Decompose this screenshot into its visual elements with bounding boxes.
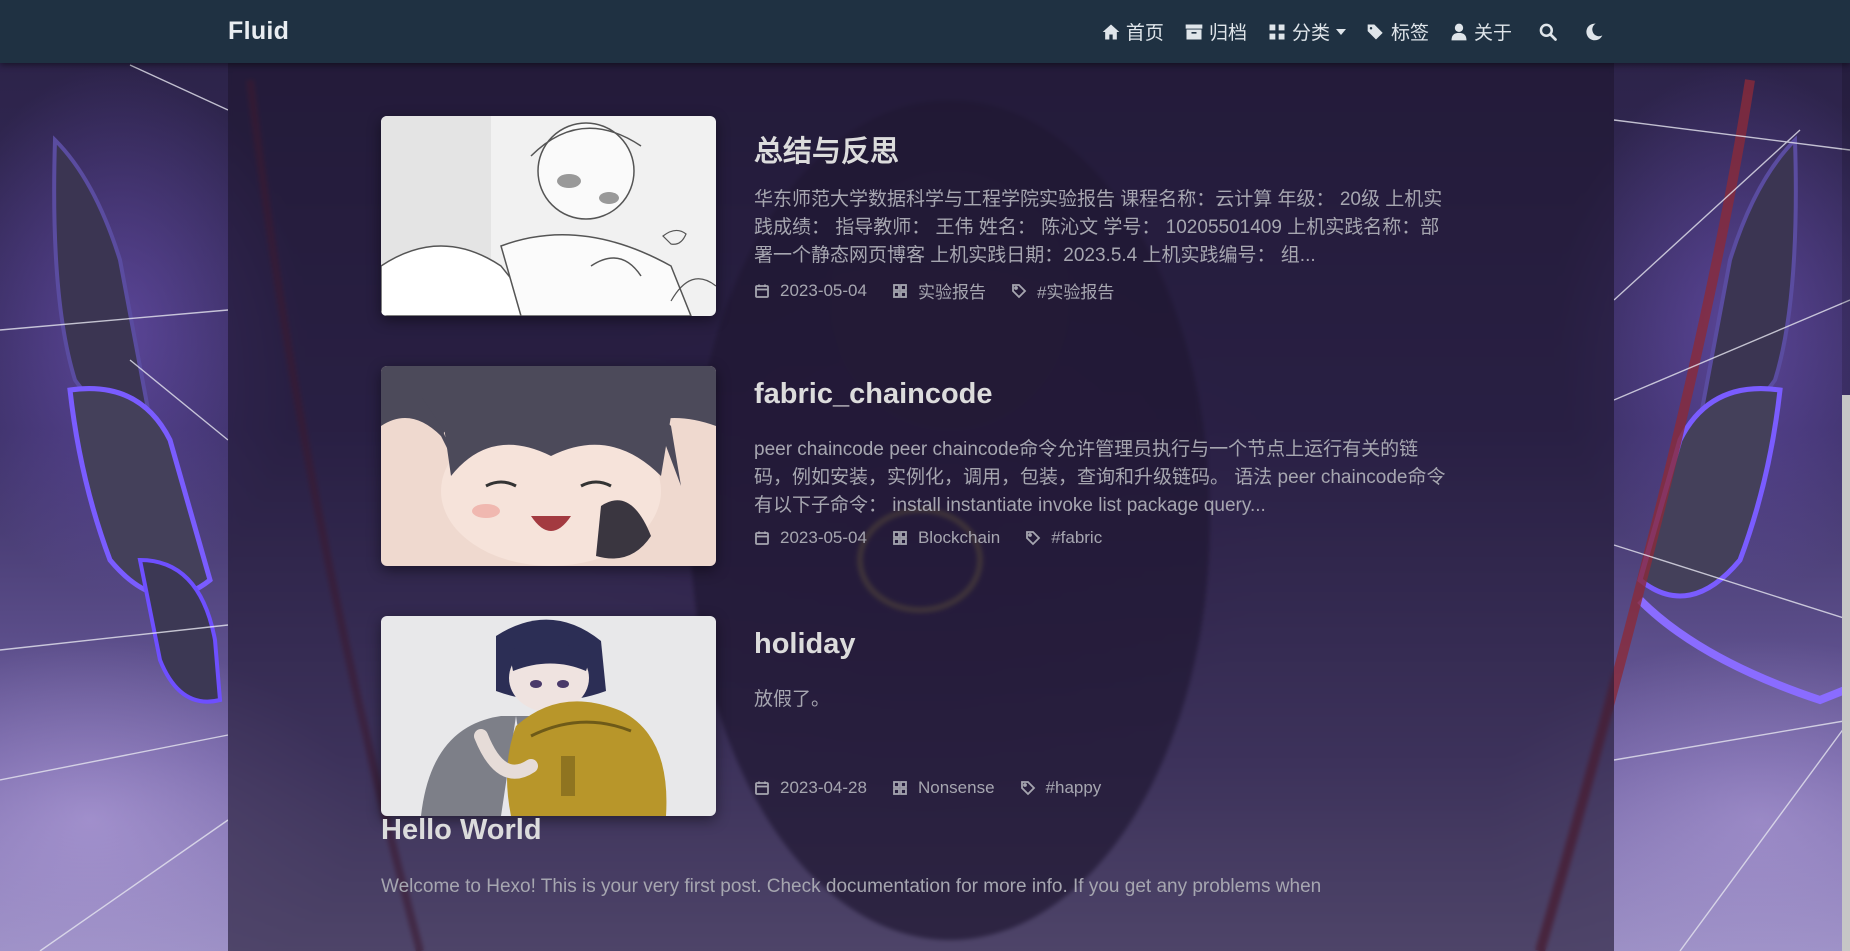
post-meta: 2023-05-04 实验报告 #实验报告 <box>754 278 1139 303</box>
tags-icon <box>1367 24 1383 39</box>
post-date: 2023-05-04 <box>754 281 867 301</box>
post-category: Blockchain <box>892 528 1000 548</box>
post-tag: #实验报告 <box>1011 278 1114 303</box>
moon-icon <box>1586 23 1603 40</box>
categories-icon <box>1269 24 1285 39</box>
post-tag-link[interactable]: #fabric <box>1051 528 1102 548</box>
post-tag: #fabric <box>1025 528 1102 548</box>
post-item: fabric_chaincode peer chaincode peer cha… <box>381 366 1456 566</box>
nav-item-label: 归档 <box>1208 23 1247 44</box>
post-title[interactable]: fabric_chaincode <box>754 378 993 411</box>
category-icon <box>893 283 907 298</box>
post-date-text: 2023-05-04 <box>780 528 867 547</box>
nav-item-tags[interactable]: 标签 <box>1366 18 1429 45</box>
post-excerpt[interactable]: Welcome to Hexo! This is your very first… <box>381 873 1456 901</box>
nav-item-label: 分类 <box>1291 23 1330 44</box>
post-title[interactable]: Hello World <box>381 814 1456 847</box>
post-thumbnail[interactable] <box>381 366 716 566</box>
nav-item-archive[interactable]: 归档 <box>1184 18 1247 45</box>
tag-icon <box>1026 531 1041 546</box>
theme-toggle-button[interactable] <box>1584 22 1604 42</box>
site-brand[interactable]: Fluid <box>228 17 289 46</box>
post-date: 2023-05-04 <box>754 528 867 548</box>
post-category-link[interactable]: Nonsense <box>918 778 995 798</box>
post-category-link[interactable]: Blockchain <box>918 528 1000 548</box>
tag-icon <box>1020 781 1035 796</box>
post-excerpt[interactable]: 华东师范大学数据科学与工程学院实验报告 课程名称：云计算 年级： 20级 上机实… <box>754 186 1456 270</box>
nav-item-label: 标签 <box>1390 23 1429 44</box>
post-meta: 2023-04-28 Nonsense #happy <box>754 778 1126 798</box>
post-tag: #happy <box>1020 778 1102 798</box>
post-excerpt[interactable]: peer chaincode peer chaincode命令允许管理员执行与一… <box>754 436 1456 520</box>
post-category-link[interactable]: 实验报告 <box>918 278 986 303</box>
post-meta: 2023-05-04 Blockchain #fabric <box>754 528 1127 548</box>
calendar-icon <box>755 284 769 298</box>
tag-icon <box>1012 283 1027 298</box>
home-icon <box>1102 24 1120 39</box>
nav-menu: 首页 归档 分类 标签 关于 <box>1081 0 1604 63</box>
search-icon <box>1539 23 1557 41</box>
nav-item-home[interactable]: 首页 <box>1101 18 1164 45</box>
post-thumbnail[interactable] <box>381 616 716 816</box>
scrollbar-thumb[interactable] <box>1842 395 1850 951</box>
post-excerpt[interactable]: 放假了。 <box>754 686 1456 714</box>
post-thumbnail-image <box>381 366 716 566</box>
nav-item-label: 关于 <box>1473 23 1512 44</box>
post-date-text: 2023-05-04 <box>780 280 867 300</box>
category-icon <box>893 531 907 545</box>
top-navbar: Fluid 首页 归档 分类 标签 关于 <box>0 0 1850 63</box>
chevron-down-icon <box>1335 28 1346 35</box>
post-item: holiday 放假了。 2023-04-28 Nonsense #happy <box>381 616 1456 816</box>
post-tag-link[interactable]: #实验报告 <box>1037 278 1114 303</box>
post-title[interactable]: 总结与反思 <box>754 128 899 170</box>
user-icon <box>1451 23 1467 40</box>
post-thumbnail-image <box>381 116 716 316</box>
post-date-text: 2023-04-28 <box>780 778 867 797</box>
search-button[interactable] <box>1538 22 1558 42</box>
post-tag-link[interactable]: #happy <box>1046 778 1102 798</box>
calendar-icon <box>755 781 769 795</box>
calendar-icon <box>755 531 769 545</box>
post-thumbnail[interactable] <box>381 116 716 316</box>
archive-icon <box>1185 24 1203 39</box>
post-date: 2023-04-28 <box>754 778 867 798</box>
nav-item-categories[interactable]: 分类 <box>1267 18 1346 45</box>
post-item: 总结与反思 华东师范大学数据科学与工程学院实验报告 课程名称：云计算 年级： 2… <box>381 116 1456 316</box>
category-icon <box>893 781 907 795</box>
nav-item-label: 首页 <box>1125 23 1164 44</box>
post-category: 实验报告 <box>892 278 986 303</box>
nav-item-about[interactable]: 关于 <box>1449 18 1512 45</box>
post-title[interactable]: holiday <box>754 628 856 661</box>
post-thumbnail-image <box>381 616 716 816</box>
post-item: Hello World Welcome to Hexo! This is you… <box>381 814 1456 901</box>
post-category: Nonsense <box>892 778 995 798</box>
